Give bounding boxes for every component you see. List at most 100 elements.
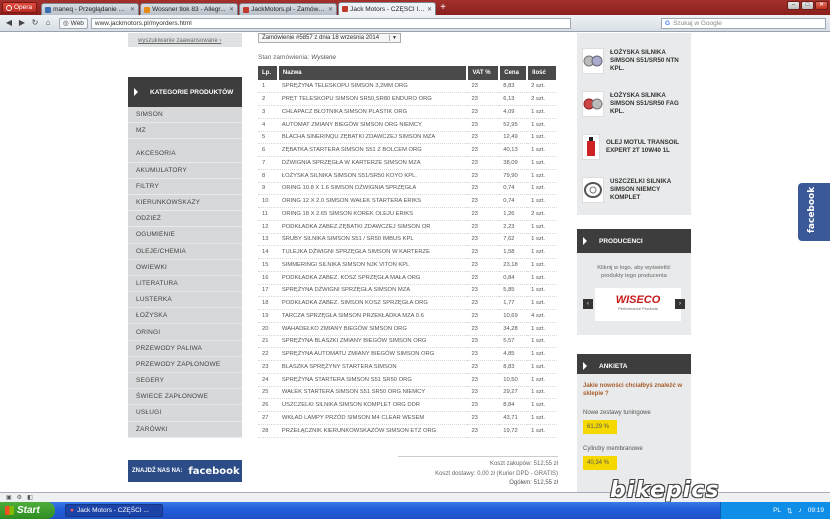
chevron-right-icon[interactable]: › xyxy=(675,299,685,309)
table-row: 1 Sprężyna teleskopu Simson 3,2mm ORG 23 8,… xyxy=(258,80,557,94)
tab-maneq[interactable]: maneq - Przeglądanie pr... ✕ xyxy=(41,3,140,15)
opera-menu-button[interactable]: Opera xyxy=(2,2,38,13)
product-item[interactable]: OLEJ MOTUL TRANSOIL EXPERT 2T 10W40 1L xyxy=(577,131,691,163)
cell-name: Chlapacz błotnika Simson plastik ORG xyxy=(277,105,468,119)
poll-option-label[interactable]: Cylindry membranowe xyxy=(583,446,685,452)
cell-vat: 23 xyxy=(467,207,500,221)
category-item[interactable]: PRZEWODY ZAPŁONOWE xyxy=(128,357,242,373)
cell-vat: 23 xyxy=(467,92,500,106)
product-name: ŁOŻYSKA SILNIKA SIMSON S51/SR50 FAG KPL. xyxy=(610,92,679,115)
speed-dial-icon[interactable]: ⚙ xyxy=(17,494,22,501)
table-row: 27 Wkład lampy przód Simson M4 CLEAR WESE… xyxy=(258,411,557,425)
category-item[interactable]: FILTRY xyxy=(128,179,242,195)
product-item[interactable]: ŁOŻYSKA SILNIKA SIMSON S51/SR50 FAG KPL. xyxy=(577,88,691,120)
category-item[interactable]: SEGERY xyxy=(128,373,242,390)
facebook-side-tab[interactable]: facebook xyxy=(798,183,830,241)
product-item[interactable]: USZCZELKI SILNIKA SIMSON NIEMCY KOMPLET xyxy=(577,174,691,206)
oil-bottle-icon xyxy=(582,134,600,160)
category-item[interactable]: ODZIEŻ xyxy=(128,211,242,228)
cell-name: Oring 12 x 2.0 Simson wałek startera ERI… xyxy=(277,194,468,208)
maximize-icon[interactable]: □ xyxy=(801,1,814,10)
cell-vat: 23 xyxy=(467,296,500,310)
new-tab-button[interactable]: + xyxy=(437,3,449,14)
cell-price: 5,85 xyxy=(499,284,528,298)
tab-allegro[interactable]: Wossner tłok 83 - Allegr... ✕ xyxy=(140,3,239,15)
home-icon[interactable]: ⌂ xyxy=(43,18,53,28)
network-icon[interactable]: ⇅ xyxy=(787,507,792,515)
table-row: 7 Dźwignia sprzęgła w karterze Simson MZA… xyxy=(258,156,557,170)
cell-price: 10,69 xyxy=(499,309,528,323)
category-item[interactable]: OWIEWKI xyxy=(128,260,242,276)
reload-icon[interactable]: ↻ xyxy=(30,18,40,28)
category-item[interactable]: MZ xyxy=(128,123,242,140)
start-button[interactable]: Start xyxy=(0,502,55,519)
panel-toggle-icon[interactable]: ▣ xyxy=(6,494,12,501)
minimize-icon[interactable]: – xyxy=(787,1,800,10)
category-item[interactable]: AKCESORIA xyxy=(128,146,242,163)
taskbar-item[interactable]: ● Jack Motors - CZĘŚCI ... xyxy=(65,504,163,517)
product-name: OLEJ MOTUL TRANSOIL EXPERT 2T 10W40 1L xyxy=(605,139,679,154)
cell-lp: 20 xyxy=(258,322,278,336)
cell-vat: 23 xyxy=(467,309,500,323)
tab-jackmotors[interactable]: Jack Motors - CZĘŚCI I A... ✕ xyxy=(338,2,437,15)
category-item[interactable]: OLEJE/CHEMIA xyxy=(128,244,242,260)
cell-price: 2,23 xyxy=(499,220,528,234)
category-item[interactable]: PRZEWODY PALIWA xyxy=(128,341,242,357)
cell-name: Podkładka zabez. Simson kosz sprzęgła OR… xyxy=(277,296,468,310)
tab-gmail[interactable]: JackMotors.pl - Zamówie... ✕ xyxy=(239,3,338,15)
category-item[interactable]: LITERATURA xyxy=(128,276,242,293)
producer-logo[interactable]: WISECO Performance Products xyxy=(595,288,681,321)
status-value: Wysłane xyxy=(311,54,337,61)
close-tab-icon[interactable]: ✕ xyxy=(328,6,333,13)
category-item[interactable]: ŁOŻYSKA xyxy=(128,308,242,325)
category-item[interactable]: SIMSON xyxy=(128,107,242,124)
cell-price: 19,72 xyxy=(499,424,528,438)
product-item[interactable]: ŁOŻYSKA SILNIKA SIMSON S51/SR50 NTN KPL. xyxy=(577,45,691,77)
cell-name: Wahadełko zmiany biegów Simson ORG xyxy=(277,322,468,336)
product-name: USZCZELKI SILNIKA SIMSON NIEMCY KOMPLET xyxy=(610,178,671,201)
category-item[interactable]: KIERUNKOWSKAZY xyxy=(128,195,242,212)
table-row: 10 Oring 12 x 2.0 Simson wałek startera E… xyxy=(258,194,557,208)
cell-qty: 1 szt. xyxy=(527,322,557,336)
close-tab-icon[interactable]: ✕ xyxy=(427,6,432,13)
cell-name: Oring 10.8 x 1.6 Simson dźwignia sprzęgł… xyxy=(277,182,468,196)
reader-icon[interactable]: ◧ xyxy=(27,494,33,501)
cell-lp: 17 xyxy=(258,284,278,298)
chevron-left-icon[interactable]: ‹ xyxy=(583,299,593,309)
category-item[interactable]: ORINGI xyxy=(128,324,242,341)
poll-option-label[interactable]: Nowe zestawy tuningowe xyxy=(583,410,685,416)
category-item[interactable]: OGUMIENIE xyxy=(128,227,242,244)
favicon-icon xyxy=(243,6,250,13)
category-item[interactable]: ŻARÓWKI xyxy=(128,422,242,438)
bikepics-watermark: bikepics xyxy=(610,478,720,503)
forward-icon[interactable]: ▶ xyxy=(17,18,27,28)
close-tab-icon[interactable]: ✕ xyxy=(130,6,135,13)
category-item[interactable]: ŚWIECE ZAPŁONOWE xyxy=(128,389,242,406)
cell-price: 38,09 xyxy=(499,156,528,170)
producers-header: PRODUCENCI xyxy=(577,229,691,253)
category-item[interactable]: USŁUGI xyxy=(128,405,242,422)
cell-name: Sprężyna startera Simson S51 SR50 ORG xyxy=(277,373,468,387)
facebook-banner[interactable]: ZNAJDŹ NAS NA: facebook xyxy=(128,460,242,482)
order-select[interactable]: Zamówienie #5857 z dnia 18 września 2014… xyxy=(258,33,401,43)
cell-vat: 23 xyxy=(467,233,500,247)
cell-qty: 1 szt. xyxy=(527,258,557,272)
cell-lp: 21 xyxy=(258,335,278,349)
close-tab-icon[interactable]: ✕ xyxy=(229,6,234,13)
web-page: wyszukiwanie zaawansowane › KATEGORIE PR… xyxy=(0,33,830,492)
advanced-search-link[interactable]: wyszukiwanie zaawansowane › xyxy=(128,33,242,47)
category-item[interactable]: AKUMULATORY xyxy=(128,163,242,179)
status-label: Stan zamówienia: xyxy=(258,54,310,61)
back-icon[interactable]: ◀ xyxy=(4,18,14,28)
language-indicator[interactable]: PL xyxy=(773,507,781,514)
table-row: 18 Podkładka zabez. Simson kosz sprzęgła … xyxy=(258,296,557,310)
web-button[interactable]: ◎ Web xyxy=(59,17,88,29)
cell-vat: 23 xyxy=(467,194,500,208)
categories-header: KATEGORIE PRODUKTÓW xyxy=(128,77,242,107)
url-field[interactable]: www.jackmotors.pl/myorders.html xyxy=(90,17,571,29)
close-window-icon[interactable]: ✕ xyxy=(815,1,828,10)
cell-qty: 1 szt. xyxy=(527,169,557,183)
search-field[interactable]: G Szukaj w Google xyxy=(661,17,826,29)
volume-icon[interactable]: ♪ xyxy=(798,507,801,514)
category-item[interactable]: LUSTERKA xyxy=(128,292,242,309)
